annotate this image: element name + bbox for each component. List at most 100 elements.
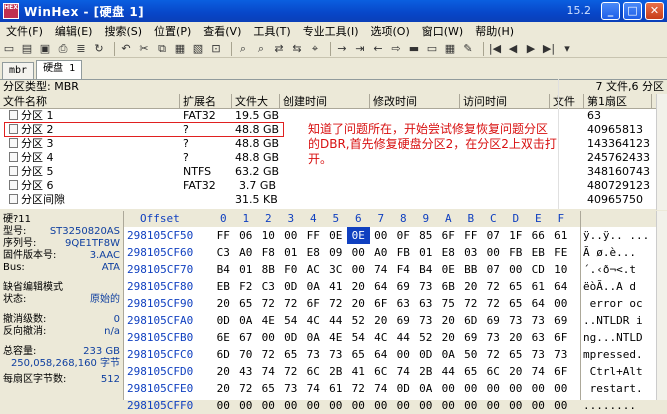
hex-byte[interactable]: 00 bbox=[437, 380, 460, 397]
save-icon[interactable]: ▣ bbox=[38, 42, 52, 56]
menu-tools[interactable]: 工具(T) bbox=[247, 23, 296, 39]
hex-row[interactable]: 298105CFB0 6E 67 00 0D 0A 4E 54 4C 44 52 20 69 73 20 63… bbox=[124, 329, 580, 346]
hex-byte[interactable]: 50 bbox=[460, 346, 483, 363]
hex-byte[interactable]: 72 bbox=[280, 295, 303, 312]
hex-byte[interactable]: 10 bbox=[257, 227, 280, 244]
ascii-row[interactable]: ng...NTLD bbox=[581, 329, 656, 346]
hex-byte[interactable]: E8 bbox=[437, 244, 460, 261]
hex-byte[interactable]: 52 bbox=[347, 312, 370, 329]
hex-byte[interactable]: 20 bbox=[505, 329, 528, 346]
back-icon[interactable]: ← bbox=[371, 42, 385, 56]
hex-byte[interactable]: 54 bbox=[280, 312, 303, 329]
hex-byte[interactable]: 67 bbox=[235, 329, 258, 346]
hex-byte[interactable]: 73 bbox=[415, 278, 438, 295]
hex-byte[interactable]: 72 bbox=[235, 380, 258, 397]
hex-byte[interactable]: 20 bbox=[347, 278, 370, 295]
hex-byte[interactable]: 20 bbox=[437, 312, 460, 329]
hex-byte[interactable]: 6B bbox=[437, 278, 460, 295]
hex-byte[interactable]: 52 bbox=[415, 329, 438, 346]
hex-byte[interactable]: 72 bbox=[325, 295, 348, 312]
hex-scrollbar[interactable] bbox=[656, 211, 667, 400]
hex-byte[interactable]: A0 bbox=[370, 244, 393, 261]
hex-byte[interactable]: 73 bbox=[415, 312, 438, 329]
menu-position[interactable]: 位置(P) bbox=[148, 23, 197, 39]
hex-byte[interactable]: BB bbox=[460, 261, 483, 278]
hex-byte[interactable]: 00 bbox=[257, 329, 280, 346]
hex-byte[interactable]: 44 bbox=[437, 363, 460, 380]
refresh-icon[interactable]: ↻ bbox=[92, 42, 106, 56]
hex-byte[interactable]: B4 bbox=[212, 261, 235, 278]
hex-byte[interactable]: 65 bbox=[505, 295, 528, 312]
hex-byte[interactable]: 73 bbox=[482, 329, 505, 346]
hex-byte[interactable]: FB bbox=[392, 244, 415, 261]
hex-byte[interactable]: 61 bbox=[550, 227, 573, 244]
paste-block-icon[interactable]: ▧ bbox=[191, 42, 205, 56]
hex-byte[interactable]: 00 bbox=[370, 227, 393, 244]
hex-row[interactable]: 298105CF80 EB F2 C3 0D 0A 41 20 64 69 73 6B 20 72 65 61… bbox=[124, 278, 580, 295]
hex-row[interactable]: 298105CFE0 20 72 65 73 74 61 72 74 0D 0A 00 00 00 00 00… bbox=[124, 380, 580, 397]
ram-icon[interactable]: ▭ bbox=[425, 42, 439, 56]
hex-byte[interactable]: C3 bbox=[212, 244, 235, 261]
ascii-row[interactable]: error oc bbox=[581, 295, 656, 312]
column-header-name[interactable]: 文件名称 bbox=[0, 94, 180, 108]
hex-byte[interactable]: 20 bbox=[212, 380, 235, 397]
hex-byte[interactable]: 65 bbox=[505, 278, 528, 295]
hex-byte[interactable]: 0A bbox=[302, 329, 325, 346]
dropdown-arrow-icon[interactable]: ▾ bbox=[560, 42, 574, 56]
hex-byte[interactable]: FF bbox=[460, 227, 483, 244]
hex-byte[interactable]: 00 bbox=[482, 244, 505, 261]
menu-help[interactable]: 帮助(H) bbox=[469, 23, 520, 39]
properties-icon[interactable]: ≣ bbox=[74, 42, 88, 56]
hex-byte[interactable]: FF bbox=[212, 227, 235, 244]
hex-byte[interactable]: 00 bbox=[527, 380, 550, 397]
replace-hex-icon[interactable]: ⇆ bbox=[290, 42, 304, 56]
hex-byte[interactable]: 65 bbox=[460, 363, 483, 380]
tools-icon[interactable]: ✎ bbox=[461, 42, 475, 56]
hex-byte[interactable]: 00 bbox=[347, 261, 370, 278]
hex-byte[interactable]: 0A bbox=[302, 278, 325, 295]
hex-byte[interactable]: 69 bbox=[392, 312, 415, 329]
replace-icon[interactable]: ⇄ bbox=[272, 42, 286, 56]
hex-row[interactable]: 298105CF50 FF 06 10 00 FF 0E 0E 00 0F 85 6F FF 07 1F 66… bbox=[124, 227, 580, 244]
hex-byte[interactable]: 72 bbox=[482, 295, 505, 312]
hex-byte[interactable]: F0 bbox=[280, 261, 303, 278]
hex-row[interactable]: 298105CF60 C3 A0 F8 01 E8 09 00 A0 FB 01 E8 03 00 FB EB… bbox=[124, 244, 580, 261]
hex-byte[interactable]: 0D bbox=[415, 346, 438, 363]
forward-icon[interactable]: ⇨ bbox=[389, 42, 403, 56]
hex-byte[interactable]: 63 bbox=[392, 295, 415, 312]
hex-byte[interactable]: 85 bbox=[415, 227, 438, 244]
hex-byte[interactable]: 00 bbox=[460, 380, 483, 397]
hex-byte[interactable]: 41 bbox=[347, 363, 370, 380]
hex-byte[interactable]: AC bbox=[302, 261, 325, 278]
hex-byte[interactable]: 07 bbox=[482, 261, 505, 278]
menu-window[interactable]: 窗口(W) bbox=[416, 23, 469, 39]
print-icon[interactable]: ⎙ bbox=[56, 42, 70, 56]
hex-byte[interactable]: 73 bbox=[505, 312, 528, 329]
calculator-icon[interactable]: ▦ bbox=[443, 42, 457, 56]
hex-byte[interactable]: 20 bbox=[347, 295, 370, 312]
copy-icon[interactable]: ⧉ bbox=[155, 42, 169, 56]
undo-icon[interactable]: ↶ bbox=[119, 42, 133, 56]
hex-byte[interactable]: 6C bbox=[302, 363, 325, 380]
hex-byte[interactable]: 3C bbox=[325, 261, 348, 278]
hex-row[interactable]: 298105CF90 20 65 72 72 6F 72 20 6F 63 63 75 72 72 65 64… bbox=[124, 295, 580, 312]
hex-byte[interactable]: 74 bbox=[370, 380, 393, 397]
hex-byte[interactable]: 2B bbox=[415, 363, 438, 380]
ascii-row[interactable]: Ã ø.è... bbox=[581, 244, 656, 261]
next-sector-icon[interactable]: ▶ bbox=[524, 42, 538, 56]
last-sector-icon[interactable]: ▶| bbox=[542, 42, 556, 56]
tab-mbr[interactable]: mbr bbox=[2, 62, 35, 79]
hex-byte[interactable]: 72 bbox=[347, 380, 370, 397]
hex-byte[interactable]: 43 bbox=[235, 363, 258, 380]
hex-row[interactable]: 298105CFA0 0D 0A 4E 54 4C 44 52 20 69 73 20 6D 69 73 73… bbox=[124, 312, 580, 329]
hex-byte[interactable]: 6F bbox=[370, 295, 393, 312]
hex-byte[interactable]: 64 bbox=[550, 278, 573, 295]
hex-byte[interactable]: 0D bbox=[392, 380, 415, 397]
maximize-button[interactable]: □ bbox=[623, 2, 642, 20]
hex-byte[interactable]: 07 bbox=[482, 227, 505, 244]
hex-byte[interactable]: 0E bbox=[437, 261, 460, 278]
hex-byte[interactable]: 65 bbox=[347, 346, 370, 363]
list-item[interactable]: 分区 1 FAT32 19.5 GB 63 bbox=[0, 109, 667, 123]
hex-byte[interactable]: 8B bbox=[257, 261, 280, 278]
hex-byte[interactable]: 66 bbox=[527, 227, 550, 244]
